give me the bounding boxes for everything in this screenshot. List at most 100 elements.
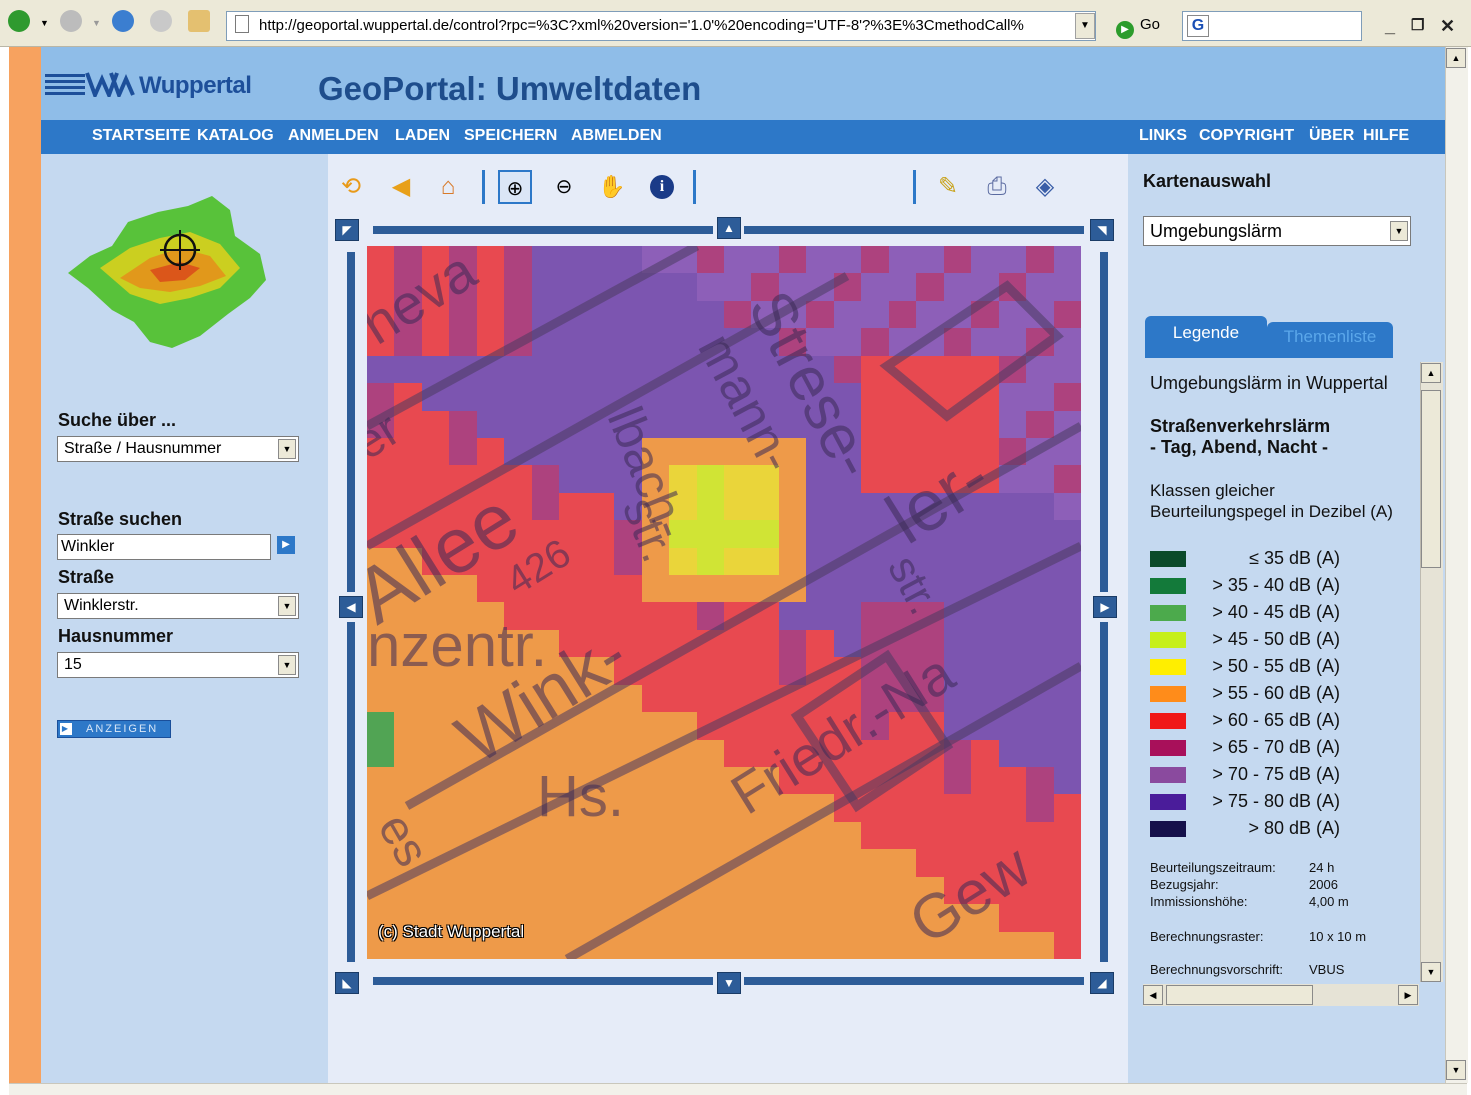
strasse-select[interactable]: Winklerstr. ▼ (57, 593, 299, 619)
legend-class-label: > 70 - 75 dB (A) (1212, 764, 1340, 784)
pan-southeast-button[interactable]: ◢ (1090, 972, 1114, 994)
nav-speichern[interactable]: SPEICHERN (464, 127, 557, 145)
strasse-suchen-input[interactable]: Winkler (57, 534, 271, 560)
legend-class-label: ≤ 35 dB (A) (1249, 548, 1340, 568)
go-button[interactable]: ▶ Go (1116, 14, 1160, 39)
restore-button[interactable]: ❐ (1411, 16, 1424, 34)
legend-swatch (1150, 551, 1186, 567)
header-banner (41, 47, 1445, 120)
kartenauswahl-select[interactable]: Umgebungslärm ▼ (1143, 216, 1411, 246)
back-dropdown-icon[interactable]: ▼ (40, 18, 49, 28)
pan-east-button[interactable]: ▶ (1093, 596, 1117, 618)
chevron-down-icon[interactable]: ▼ (278, 439, 296, 459)
forward-icon[interactable] (60, 10, 82, 32)
scroll-up-button[interactable]: ▲ (1421, 363, 1441, 383)
nav-ueber[interactable]: ÜBER (1309, 127, 1354, 145)
legend-class-label: > 65 - 70 dB (A) (1212, 737, 1340, 757)
nav-startseite[interactable]: STARTSEITE (92, 127, 190, 145)
chevron-down-icon[interactable]: ▼ (278, 655, 296, 675)
pan-southwest-button[interactable]: ◣ (335, 972, 359, 994)
edit-map-icon[interactable]: ✎ (931, 170, 965, 204)
anzeigen-button[interactable]: ▶ ANZEIGEN (57, 720, 171, 738)
close-button[interactable]: ✕ (1440, 16, 1455, 37)
forward-dropdown-icon[interactable]: ▼ (92, 18, 101, 28)
kartenauswahl-value: Umgebungslärm (1150, 221, 1283, 241)
suche-label: Suche über ... (58, 410, 177, 430)
legend-swatch (1150, 605, 1186, 621)
pan-hand-icon[interactable]: ✋ (595, 170, 629, 204)
address-bar[interactable]: http://geoportal.wuppertal.de/control?rp… (226, 11, 1096, 41)
legend-swatch (1150, 659, 1186, 675)
page-scroll-down-button[interactable]: ▼ (1446, 1060, 1466, 1080)
tab-legende[interactable]: Legende (1145, 316, 1267, 358)
nav-laden[interactable]: LADEN (395, 127, 450, 145)
page-hscrollbar[interactable] (9, 1083, 1467, 1095)
nav-hilfe[interactable]: HILFE (1363, 127, 1409, 145)
info-icon[interactable]: i (645, 170, 679, 204)
google-search-box[interactable]: G (1182, 11, 1362, 41)
logo-text: Wuppertal (139, 72, 252, 99)
legend-class-label: > 40 - 45 dB (A) (1212, 602, 1340, 622)
home-icon[interactable] (188, 10, 210, 32)
pan-north-button[interactable]: ▲ (717, 217, 741, 239)
street-label-heva: heva (367, 246, 487, 356)
legend-meta-key: Immissionshöhe: (1150, 894, 1248, 909)
refresh-icon[interactable] (112, 10, 134, 32)
legend-class-label: > 35 - 40 dB (A) (1212, 575, 1340, 595)
back-icon[interactable] (8, 10, 30, 32)
print-icon[interactable]: ⎙ (980, 170, 1014, 204)
map-frame-top (373, 226, 713, 234)
street-label-gew: Gew (898, 832, 1043, 958)
chevron-down-icon[interactable]: ▼ (1390, 221, 1408, 241)
legend-swatch (1150, 767, 1186, 783)
google-icon: G (1187, 15, 1209, 37)
tab-themenliste[interactable]: Themenliste (1267, 322, 1393, 358)
pan-south-button[interactable]: ▼ (717, 972, 741, 994)
strasse-suchen-label: Straße suchen (58, 509, 183, 529)
pan-northeast-button[interactable]: ◥ (1090, 219, 1114, 241)
pan-northwest-button[interactable]: ◤ (335, 219, 359, 241)
nav-copyright[interactable]: COPYRIGHT (1199, 127, 1294, 145)
scroll-left-button[interactable]: ◀ (1143, 985, 1163, 1005)
stop-icon[interactable] (150, 10, 172, 32)
strasse-suchen-value: Winkler (61, 538, 115, 555)
map-frame-left (347, 252, 355, 592)
nav-abmelden[interactable]: ABMELDEN (571, 127, 662, 145)
noise-map[interactable]: Allee Strese- mann- lbach- str. Wink- le… (367, 246, 1081, 959)
map-frame-right (1100, 622, 1108, 962)
legend-hscroll-thumb[interactable] (1166, 985, 1313, 1005)
map-frame-bottom (373, 977, 713, 985)
suche-select[interactable]: Straße / Hausnummer ▼ (57, 436, 299, 462)
chevron-down-icon[interactable]: ▼ (278, 596, 296, 616)
map-frame-bottom (744, 977, 1084, 985)
wuppertal-logo[interactable]: Wuppertal (45, 71, 252, 100)
legend-swatch (1150, 713, 1186, 729)
map-frame-left (347, 622, 355, 962)
zoom-out-icon[interactable]: ⊖ (547, 170, 581, 204)
address-dropdown-button[interactable]: ▼ (1075, 13, 1095, 39)
nav-katalog[interactable]: KATALOG (197, 127, 274, 145)
pan-west-button[interactable]: ◀ (339, 596, 363, 618)
overview-map[interactable] (60, 188, 270, 358)
legend-swatch (1150, 794, 1186, 810)
refresh-map-icon[interactable]: ⟲ (334, 170, 368, 204)
search-submit-button[interactable]: ▶ (277, 536, 295, 554)
scroll-down-button[interactable]: ▼ (1421, 962, 1441, 982)
page-vscrollbar[interactable] (1445, 47, 1468, 1083)
scroll-right-button[interactable]: ▶ (1398, 985, 1418, 1005)
zoom-in-icon[interactable]: ⊕ (498, 170, 532, 204)
nav-anmelden[interactable]: ANMELDEN (288, 127, 379, 145)
legend-scroll-thumb[interactable] (1421, 390, 1441, 568)
legend-class-label: > 80 dB (A) (1248, 818, 1340, 838)
suche-select-value: Straße / Hausnummer (64, 440, 222, 457)
save-map-icon[interactable]: ◈ (1028, 170, 1062, 204)
legend-swatch (1150, 578, 1186, 594)
minimize-button[interactable]: _ (1385, 16, 1395, 37)
home-view-icon[interactable]: ⌂ (431, 170, 465, 204)
nav-links[interactable]: LINKS (1139, 127, 1187, 145)
hausnummer-select[interactable]: 15 ▼ (57, 652, 299, 678)
page-scroll-up-button[interactable]: ▲ (1446, 48, 1466, 68)
previous-view-icon[interactable]: ◀ (384, 170, 418, 204)
orange-sidebar-strip (9, 47, 41, 1083)
legend-class-label: > 75 - 80 dB (A) (1212, 791, 1340, 811)
